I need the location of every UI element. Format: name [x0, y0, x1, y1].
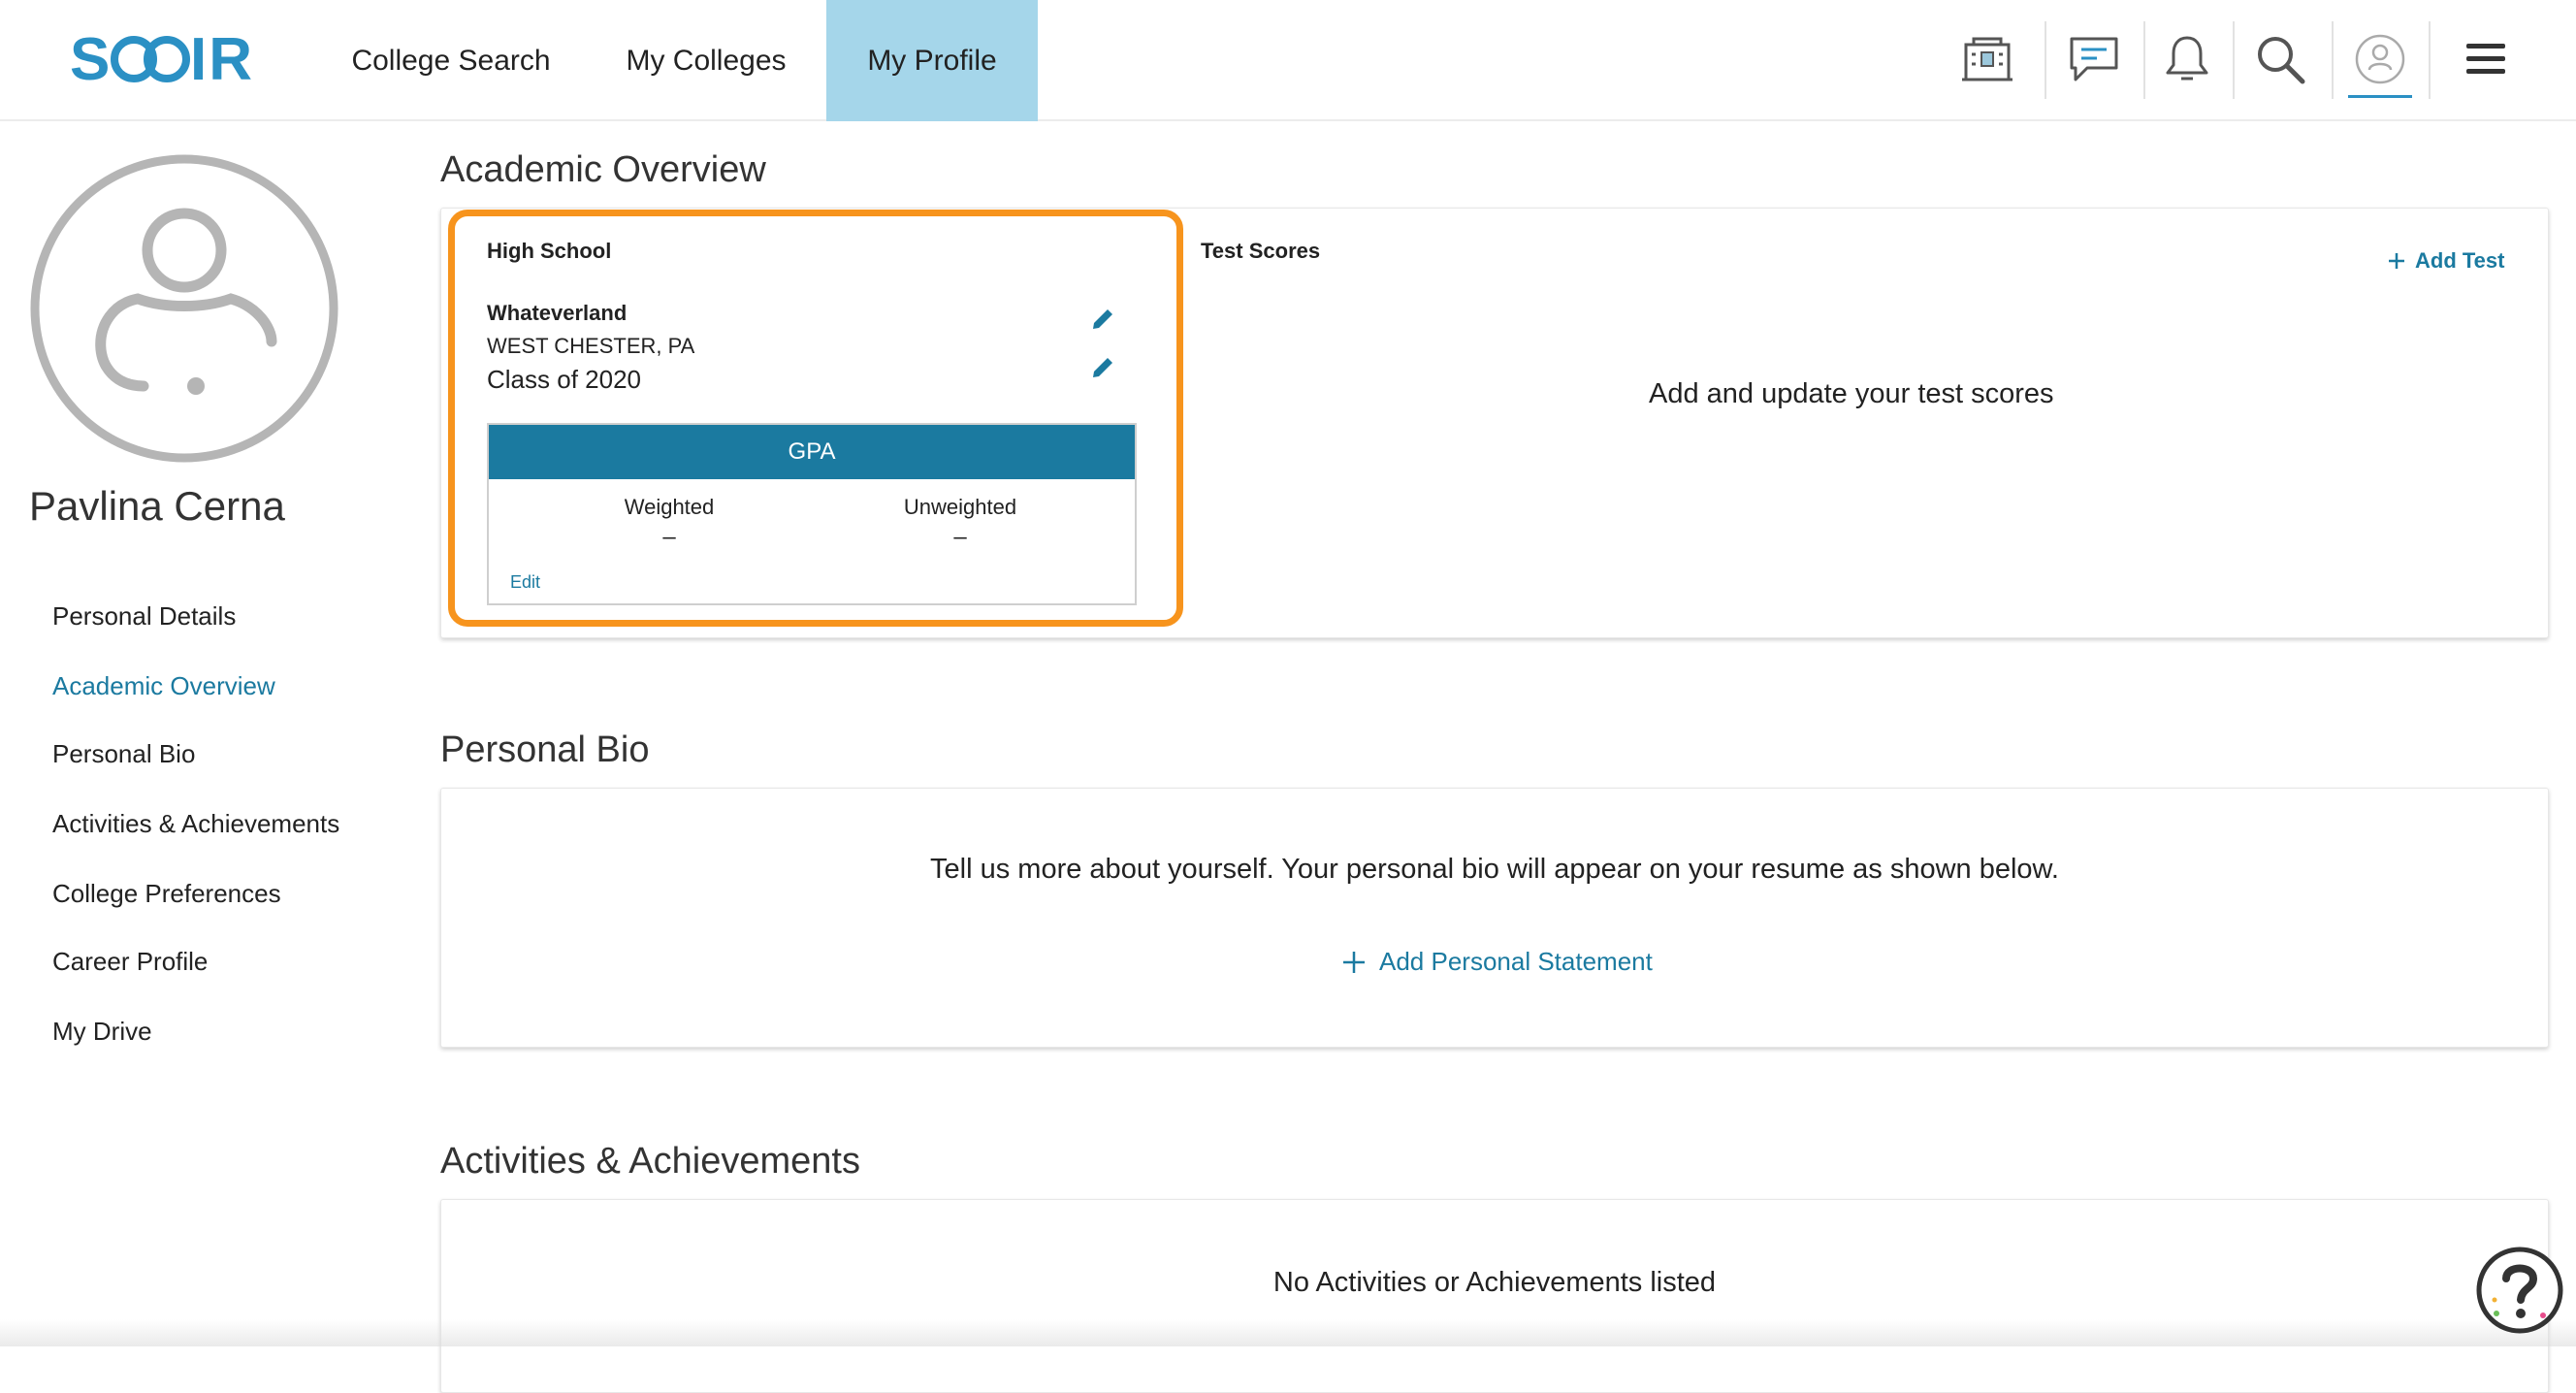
class-year: Class of 2020	[487, 365, 641, 394]
edit-school-button[interactable]	[1088, 305, 1117, 334]
college-building-icon[interactable]	[1955, 27, 2019, 91]
test-scores-empty-text: Add and update your test scores	[1649, 378, 2054, 409]
user-avatar-icon	[30, 154, 338, 463]
sidebar-item-personal-bio[interactable]: Personal Bio	[52, 739, 195, 769]
tab-label: College Search	[351, 44, 551, 77]
scoir-logo[interactable]: S IR	[70, 29, 264, 89]
activities-title: Activities & Achievements	[440, 1141, 860, 1182]
sidebar-item-activities-achievements[interactable]: Activities & Achievements	[52, 809, 339, 839]
gpa-panel: GPA Weighted – Unweighted – Edit	[487, 423, 1137, 605]
sidebar-item-personal-details[interactable]: Personal Details	[52, 601, 236, 632]
high-school-location: WEST CHESTER, PA	[487, 334, 695, 358]
pencil-icon	[1093, 309, 1112, 329]
header-divider	[2045, 21, 2046, 99]
search-icon[interactable]	[2248, 27, 2312, 91]
gpa-unweighted-value: –	[953, 524, 967, 550]
top-navbar: S IR College Search My Colleges My Profi…	[0, 0, 2576, 121]
bottom-fade	[0, 1319, 2576, 1346]
profile-name: Pavlina Cerna	[29, 483, 285, 529]
gpa-weighted-value: –	[662, 524, 676, 550]
add-personal-statement-label: Add Personal Statement	[1379, 947, 1653, 976]
tab-my-profile[interactable]: My Profile	[826, 0, 1038, 121]
activities-empty-text: No Activities or Achievements listed	[1272, 1267, 1717, 1298]
help-question-icon	[2476, 1247, 2563, 1334]
header-divider	[2332, 21, 2334, 99]
plus-icon	[2389, 253, 2404, 269]
test-scores-label: Test Scores	[1201, 239, 1321, 263]
gpa-weighted-label: Weighted	[624, 495, 715, 519]
tab-label: My Colleges	[626, 44, 787, 77]
gpa-unweighted-label: Unweighted	[903, 495, 1017, 519]
add-personal-statement-button[interactable]: Add Personal Statement	[1342, 947, 1653, 977]
high-school-label: High School	[487, 239, 612, 263]
header-divider	[2233, 21, 2235, 99]
add-test-button[interactable]: Add Test	[2388, 248, 2504, 274]
academic-overview-title: Academic Overview	[440, 149, 766, 190]
edit-class-button[interactable]	[1088, 353, 1117, 382]
messages-icon[interactable]	[2062, 27, 2126, 91]
tab-label: My Profile	[867, 44, 997, 77]
pencil-icon	[1093, 358, 1112, 377]
sidebar-item-my-drive[interactable]: My Drive	[52, 1017, 152, 1047]
tab-my-colleges[interactable]: My Colleges	[601, 0, 811, 121]
header-divider	[2143, 21, 2145, 99]
bell-icon[interactable]	[2155, 27, 2219, 91]
hamburger-menu-icon[interactable]	[2454, 27, 2518, 91]
help-button[interactable]	[2475, 1246, 2564, 1335]
gpa-header: GPA	[489, 425, 1135, 479]
svg-text:S: S	[70, 29, 112, 89]
bio-prompt-text: Tell us more about yourself. Your person…	[930, 854, 2059, 885]
gpa-unweighted: Unweighted –	[834, 495, 1086, 551]
user-avatar-icon[interactable]	[2348, 27, 2412, 91]
tab-college-search[interactable]: College Search	[330, 0, 572, 121]
active-profile-indicator	[2348, 95, 2412, 98]
svg-text:IR: IR	[190, 29, 254, 89]
gpa-edit-link[interactable]: Edit	[510, 572, 540, 593]
high-school-name: Whateverland	[487, 301, 628, 325]
plus-icon	[1343, 951, 1365, 973]
sidebar-item-college-preferences[interactable]: College Preferences	[52, 879, 281, 909]
sidebar-item-academic-overview[interactable]: Academic Overview	[52, 671, 275, 701]
header-divider	[2429, 21, 2431, 99]
personal-bio-title: Personal Bio	[440, 729, 650, 770]
gpa-weighted: Weighted –	[543, 495, 795, 551]
add-test-label: Add Test	[2415, 248, 2505, 273]
personal-bio-card	[440, 788, 2549, 1048]
sidebar-item-career-profile[interactable]: Career Profile	[52, 947, 208, 977]
profile-avatar[interactable]	[29, 153, 339, 464]
